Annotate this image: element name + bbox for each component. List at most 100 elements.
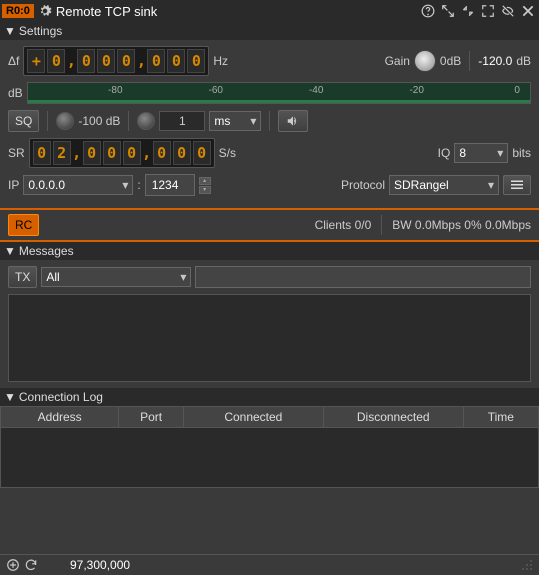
chevron-down-icon: ▾ [122,178,128,192]
spin-up-icon[interactable]: ▴ [199,177,211,185]
sr-label: SR [8,146,25,160]
settings-header[interactable]: ▼ Settings [0,22,539,40]
add-channel-icon[interactable] [6,558,22,572]
hide-icon[interactable] [499,2,517,20]
ip-address-select[interactable]: 0.0.0.0▾ [23,175,133,195]
power-meter: -80 -60 -40 -20 0 [27,82,531,104]
divider [269,111,270,131]
table-header-row: Address Port Connected Disconnected Time [1,407,539,428]
chevron-down-icon: ▾ [180,270,186,284]
freq-digit[interactable]: 0 [47,49,65,73]
freq-digit[interactable]: 0 [117,49,135,73]
divider [128,111,129,131]
col-address[interactable]: Address [1,407,119,428]
chevron-down-icon: ▾ [488,178,494,192]
frequency-offset-input[interactable]: + 0 , 0 0 0 , 0 0 0 [23,46,209,76]
status-row: RC Clients 0/0 BW 0.0Mbps 0% 0.0Mbps [0,208,539,242]
settings-title: Settings [19,24,62,38]
db-scale-label: dB [8,86,23,100]
delay-unit-select[interactable]: ms▾ [209,111,261,131]
digit-sep: , [67,49,75,73]
col-port[interactable]: Port [119,407,184,428]
squelch-level-dial[interactable] [56,112,74,130]
sample-rate-input[interactable]: 0 2 , 0 0 0 , 0 0 0 [29,138,215,168]
gear-icon[interactable] [38,4,52,18]
freq-digit[interactable]: 0 [167,49,185,73]
message-input[interactable] [195,266,531,288]
tx-button[interactable]: TX [8,266,37,288]
divider [47,111,48,131]
chevron-down-icon: ▾ [497,146,503,160]
help-icon[interactable] [419,2,437,20]
divider [381,215,382,235]
collapse-triangle-icon: ▼ [4,24,16,38]
ip-label: IP [8,178,19,192]
freq-digit[interactable]: 0 [187,49,205,73]
connection-log-panel: Address Port Connected Disconnected Time [0,406,539,488]
message-log-area[interactable] [8,294,531,382]
freq-unit: Hz [213,54,228,68]
freq-digit[interactable]: 0 [147,49,165,73]
footer-bar: 97,300,000 [0,554,539,575]
connection-log-title: Connection Log [19,390,103,404]
reload-icon[interactable] [24,558,40,572]
audio-mute-button[interactable] [278,110,308,132]
settings-panel: Δf + 0 , 0 0 0 , 0 0 0 Hz Gain 0 dB -120.… [0,40,539,208]
col-connected[interactable]: Connected [183,407,323,428]
chevron-down-icon: ▾ [250,114,256,128]
squelch-level-value: -100 dB [78,114,120,128]
sr-digit[interactable]: 0 [83,141,101,165]
power-unit: dB [516,54,531,68]
spin-down-icon[interactable]: ▾ [199,186,211,194]
digit-sep: , [137,49,145,73]
digit-sep: , [143,141,151,165]
messages-header[interactable]: ▼ Messages [0,242,539,260]
sr-digit[interactable]: 0 [103,141,121,165]
digit-sep: , [73,141,81,165]
freq-digit[interactable]: 0 [97,49,115,73]
title-bar: R0:0 Remote TCP sink [0,0,539,22]
rc-button[interactable]: RC [8,214,39,236]
squelch-button[interactable]: SQ [8,110,39,132]
ip-port-sep: : [137,178,140,192]
freq-sign[interactable]: + [27,49,45,73]
bandwidth-status: BW 0.0Mbps 0% 0.0Mbps [392,218,531,232]
protocol-label: Protocol [341,178,385,192]
gain-dial[interactable] [414,50,436,72]
col-time[interactable]: Time [463,407,538,428]
port-spinner[interactable]: ▴▾ [199,177,211,194]
resize-grip-icon[interactable] [521,559,533,571]
sr-digit[interactable]: 0 [193,141,211,165]
protocol-select[interactable]: SDRangel▾ [389,175,499,195]
sr-unit: S/s [219,146,236,160]
connection-log-header[interactable]: ▼ Connection Log [0,388,539,406]
divider [469,51,470,71]
center-frequency: 97,300,000 [70,558,130,572]
squelch-delay-dial[interactable] [137,112,155,130]
connection-log-rows[interactable] [0,428,539,488]
sr-digit[interactable]: 0 [173,141,191,165]
col-disconnected[interactable]: Disconnected [323,407,463,428]
sr-digit[interactable]: 0 [123,141,141,165]
port-input[interactable] [145,174,195,196]
menu-button[interactable] [503,175,531,195]
squelch-delay-input[interactable] [159,111,205,131]
close-icon[interactable] [519,2,537,20]
collapse-triangle-icon: ▼ [4,390,16,404]
expand-icon[interactable] [479,2,497,20]
message-filter-select[interactable]: All▾ [41,267,191,287]
power-value: -120.0 [478,54,512,68]
delta-f-label: Δf [8,54,19,68]
move-out-icon[interactable] [439,2,457,20]
freq-digit[interactable]: 0 [77,49,95,73]
gain-label: Gain [385,54,410,68]
channel-index-badge[interactable]: R0:0 [2,4,34,18]
window-title: Remote TCP sink [56,4,419,19]
iq-unit: bits [512,146,531,160]
sr-digit[interactable]: 2 [53,141,71,165]
sr-digit[interactable]: 0 [33,141,51,165]
shrink-icon[interactable] [459,2,477,20]
sr-digit[interactable]: 0 [153,141,171,165]
iq-bits-select[interactable]: 8▾ [454,143,508,163]
collapse-triangle-icon: ▼ [4,244,16,258]
